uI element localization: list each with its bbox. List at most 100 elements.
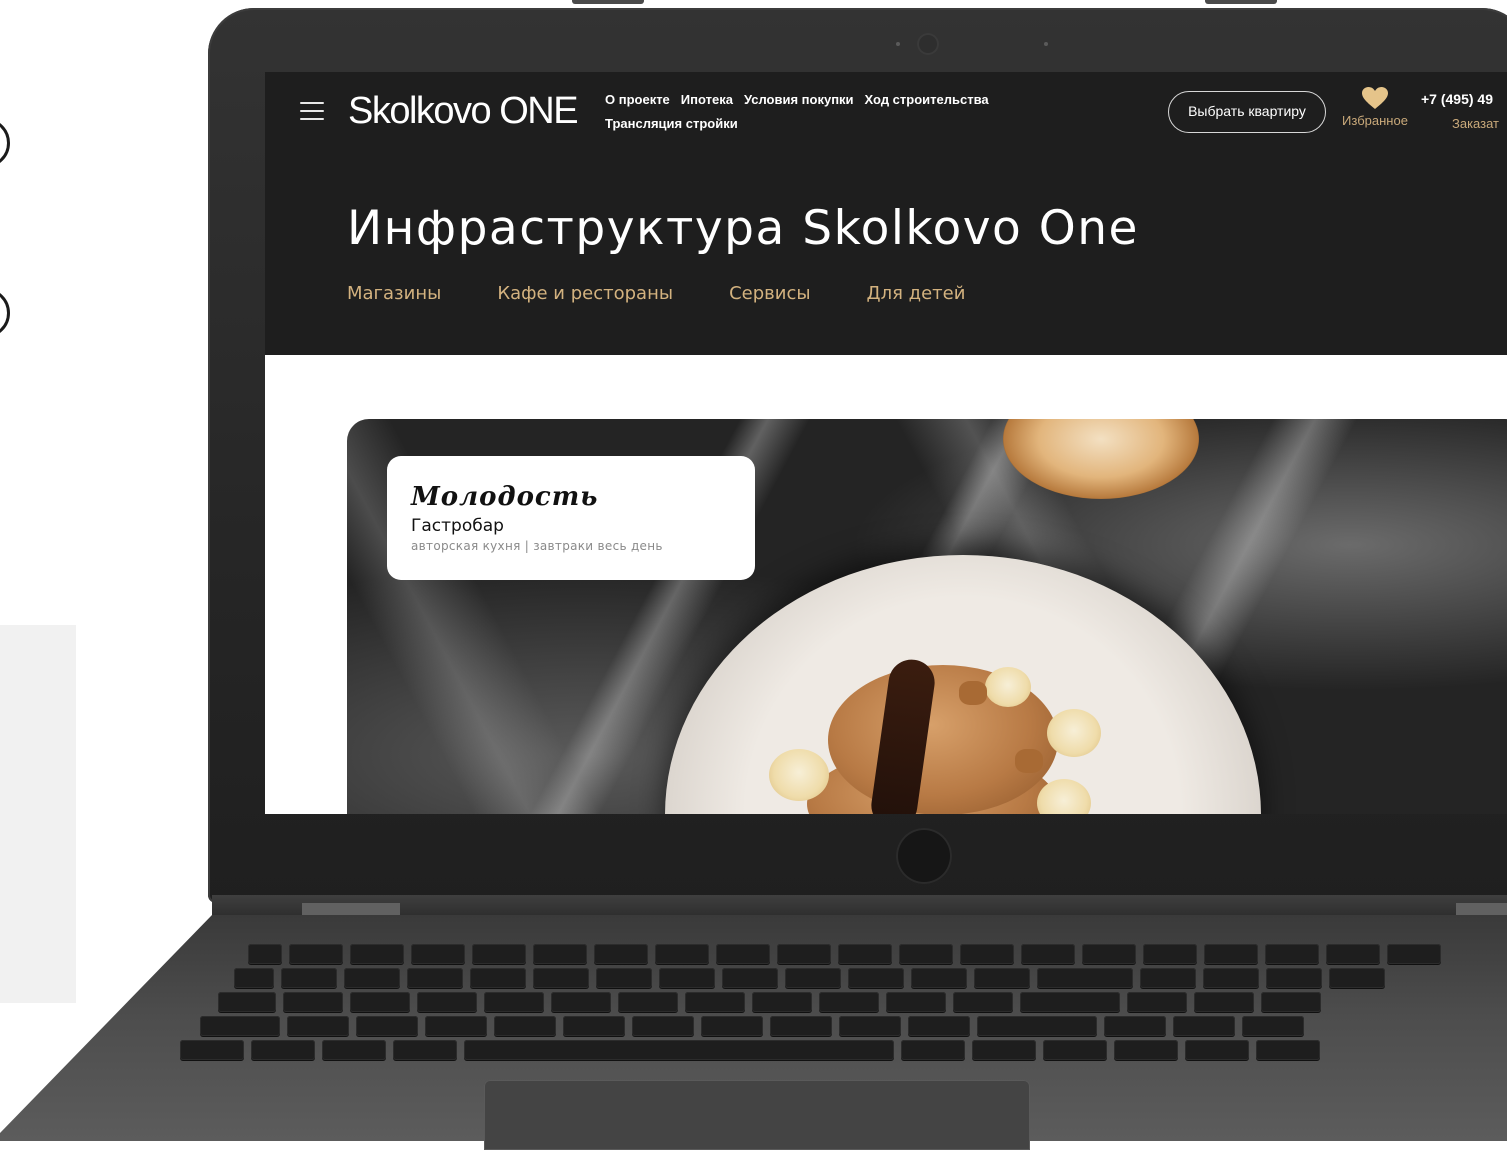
key (1143, 944, 1197, 964)
key (289, 944, 343, 964)
key (350, 944, 404, 964)
key (1194, 992, 1254, 1012)
key (1329, 968, 1385, 988)
key (659, 968, 715, 988)
tab-shops[interactable]: Магазины (347, 283, 441, 304)
keyboard-row (218, 992, 1321, 1012)
keyboard-row (248, 944, 1441, 964)
hinge-slot (1456, 903, 1507, 915)
laptop-screen: Skolkovo ONE О проекте Ипотека Условия п… (265, 72, 1507, 814)
banana-slice-image (769, 749, 829, 801)
key (356, 1016, 418, 1036)
key (911, 968, 967, 988)
hamburger-icon[interactable] (300, 99, 326, 121)
laptop-touchpad (484, 1080, 1030, 1150)
key (494, 1016, 556, 1036)
key (1127, 992, 1187, 1012)
laptop-logo (896, 828, 952, 884)
key (1256, 1040, 1320, 1060)
key (563, 1016, 625, 1036)
key (350, 992, 410, 1012)
key (655, 944, 709, 964)
key (777, 944, 831, 964)
key (1204, 944, 1258, 964)
key (1242, 1016, 1304, 1036)
nav-construction-stream[interactable]: Трансляция стройки (605, 115, 738, 133)
key (472, 944, 526, 964)
nav-mortgage[interactable]: Ипотека (681, 91, 733, 109)
key (1173, 1016, 1235, 1036)
key (533, 968, 589, 988)
nav-purchase-terms[interactable]: Условия покупки (744, 91, 854, 109)
key (953, 992, 1013, 1012)
heart-icon (1362, 87, 1388, 109)
banana-slice-image (985, 667, 1031, 707)
site-header: Skolkovo ONE О проекте Ипотека Условия п… (265, 72, 1507, 153)
key (200, 1016, 280, 1036)
site-logo[interactable]: Skolkovo ONE (348, 88, 579, 134)
choose-apartment-button[interactable]: Выбрать квартиру (1168, 91, 1326, 133)
key (1185, 1040, 1249, 1060)
spacebar-key (464, 1040, 894, 1060)
venue-type: Гастробар (411, 516, 504, 536)
key (819, 992, 879, 1012)
favorites-button[interactable]: Избранное (1336, 86, 1414, 128)
key (908, 1016, 970, 1036)
key (901, 1040, 965, 1060)
walnut-image (1015, 749, 1043, 773)
header-nav: О проекте Ипотека Условия покупки Ход ст… (605, 91, 1045, 133)
key (752, 992, 812, 1012)
phone-number[interactable]: +7 (495) 49 (1421, 91, 1493, 107)
key (785, 968, 841, 988)
hinge-slot (302, 903, 400, 915)
key (251, 1040, 315, 1060)
camera-dot (896, 42, 900, 46)
key (618, 992, 678, 1012)
key (701, 1016, 763, 1036)
venue-description: авторская кухня | завтраки весь день (411, 539, 663, 553)
key (974, 968, 1030, 988)
key (484, 992, 544, 1012)
key (411, 944, 465, 964)
key (417, 992, 477, 1012)
key (344, 968, 400, 988)
key (839, 1016, 901, 1036)
key (899, 944, 953, 964)
key (596, 968, 652, 988)
key (594, 944, 648, 964)
venue-card[interactable]: Молодость Гастробар авторская кухня | за… (387, 456, 755, 580)
tab-cafes-restaurants[interactable]: Кафе и рестораны (497, 283, 673, 304)
key (716, 944, 770, 964)
lid-notch (572, 0, 644, 4)
keyboard-row (234, 968, 1385, 988)
key (960, 944, 1014, 964)
key (393, 1040, 457, 1060)
key (287, 1016, 349, 1036)
nav-construction-progress[interactable]: Ход строительства (865, 91, 989, 109)
key (685, 992, 745, 1012)
webcam-icon (917, 33, 939, 55)
key (533, 944, 587, 964)
key (1265, 944, 1319, 964)
tab-for-kids[interactable]: Для детей (867, 283, 966, 304)
order-call-link[interactable]: Заказат (1452, 116, 1499, 131)
key (838, 944, 892, 964)
keyboard-row (200, 1016, 1304, 1036)
key (1114, 1040, 1178, 1060)
laptop-keyboard (160, 938, 1507, 1063)
tab-services[interactable]: Сервисы (729, 283, 810, 304)
hero-section: Инфраструктура Skolkovo One Магазины Каф… (265, 153, 1507, 355)
key (1020, 992, 1120, 1012)
key (1104, 1016, 1166, 1036)
nav-about[interactable]: О проекте (605, 91, 670, 109)
venue-name: Молодость (411, 482, 599, 512)
key (234, 968, 274, 988)
key (1326, 944, 1380, 964)
key (1261, 992, 1321, 1012)
left-page-panel (0, 625, 76, 1003)
keyboard-row (180, 1040, 1320, 1060)
key (218, 992, 276, 1012)
key (1082, 944, 1136, 964)
page-title: Инфраструктура Skolkovo One (347, 201, 1139, 256)
key (1140, 968, 1196, 988)
